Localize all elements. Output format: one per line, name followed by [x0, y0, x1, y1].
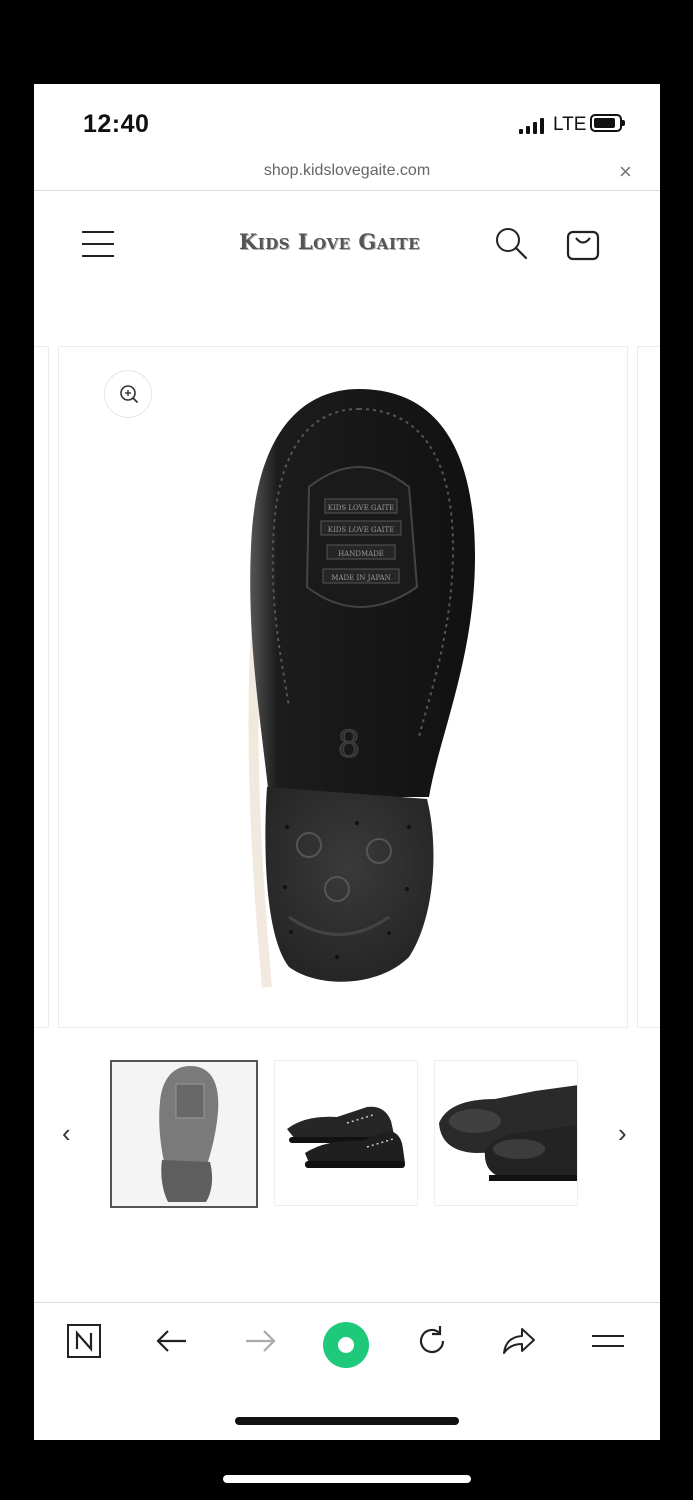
previous-slide[interactable]	[34, 346, 49, 1028]
reload-icon[interactable]	[414, 1323, 450, 1359]
back-arrow-icon[interactable]	[154, 1323, 190, 1359]
thumbnail-next-arrow[interactable]: ›	[618, 1118, 627, 1149]
cart-icon[interactable]	[566, 225, 600, 261]
thumbnail-toe-closeup[interactable]	[434, 1060, 578, 1206]
thumbnail-sole[interactable]	[110, 1060, 258, 1208]
signal-icon	[519, 118, 545, 134]
forward-arrow-icon[interactable]	[242, 1323, 278, 1359]
toe-closeup-thumbnail-image	[435, 1061, 577, 1205]
phone-screen: 12:40 LTE shop.kidslovegaite.com × Kids …	[34, 84, 660, 1440]
url-text[interactable]: shop.kidslovegaite.com	[34, 162, 660, 180]
site-header: Kids Love Gaite	[34, 191, 660, 301]
thumbnail-prev-arrow[interactable]: ‹	[62, 1118, 71, 1149]
zoom-in-icon	[120, 385, 138, 403]
url-bar[interactable]: shop.kidslovegaite.com ×	[34, 156, 660, 191]
share-icon[interactable]	[500, 1323, 538, 1359]
thumbnail-strip: ‹ ›	[34, 1060, 660, 1210]
zoom-button[interactable]	[104, 370, 152, 418]
main-product-image[interactable]: KIDS LOVE GAITE KIDS LOVE GAITE HANDMADE…	[58, 346, 628, 1028]
sole-thumbnail-image	[112, 1062, 256, 1206]
home-indicator[interactable]	[235, 1417, 459, 1425]
hamburger-icon[interactable]	[82, 229, 114, 259]
menu-icon[interactable]	[590, 1323, 626, 1359]
network-label: LTE	[553, 114, 587, 135]
browser-toolbar	[34, 1302, 660, 1389]
next-slide[interactable]	[637, 346, 660, 1028]
site-logo[interactable]: Kids Love Gaite	[239, 229, 420, 254]
search-icon[interactable]	[495, 227, 529, 261]
thumbnail-pair-side[interactable]	[274, 1060, 418, 1206]
stamp-line-2: KIDS LOVE GAITE	[328, 526, 394, 534]
status-bar: 12:40 LTE	[34, 84, 660, 162]
stamp-line-4: MADE IN JAPAN	[331, 574, 390, 582]
stamp-line-3: HANDMADE	[338, 550, 384, 558]
record-icon[interactable]	[322, 1321, 370, 1369]
outer-home-indicator	[223, 1475, 471, 1483]
shoe-sole-image: KIDS LOVE GAITE KIDS LOVE GAITE HANDMADE…	[248, 389, 475, 988]
sole-size: 8	[338, 725, 361, 766]
battery-icon	[590, 114, 625, 132]
n-logo-icon[interactable]	[66, 1323, 102, 1359]
stamp-line-1: KIDS LOVE GAITE	[328, 504, 394, 512]
close-icon[interactable]: ×	[619, 159, 632, 185]
status-time: 12:40	[83, 110, 150, 138]
shoes-side-thumbnail-image	[275, 1061, 417, 1205]
product-gallery[interactable]: KIDS LOVE GAITE KIDS LOVE GAITE HANDMADE…	[34, 346, 660, 1030]
